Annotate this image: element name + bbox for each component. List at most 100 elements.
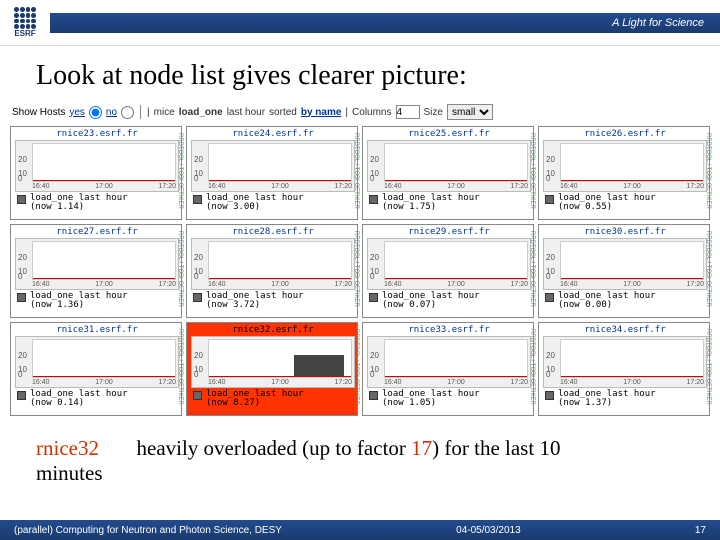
show-hosts-yes[interactable]: yes	[69, 107, 85, 118]
plot-area	[32, 241, 176, 280]
rrdtool-credit: RRDTOOL / TOBI OETIKER	[177, 133, 183, 209]
node-grid: rnice23.esrf.fr2010016:4017:0017:20RRDTO…	[0, 122, 720, 420]
pipe: |	[147, 107, 150, 118]
load-chart: 2010016:4017:0017:20	[367, 140, 531, 192]
load-chart: 2010016:4017:0017:20	[367, 238, 531, 290]
columns-input[interactable]	[396, 105, 420, 119]
node-rnice24[interactable]: rnice24.esrf.fr2010016:4017:0017:20RRDTO…	[186, 126, 358, 220]
legend-swatch	[545, 195, 554, 204]
chart-legend: load_one last hour(now 1.36)	[15, 292, 179, 311]
node-rnice25[interactable]: rnice25.esrf.fr2010016:4017:0017:20RRDTO…	[362, 126, 534, 220]
ytick: 0	[546, 370, 550, 379]
legend-swatch	[193, 391, 202, 400]
logo-dots-icon	[14, 7, 36, 29]
show-hosts-label: Show Hosts	[12, 107, 65, 118]
plot-area	[384, 241, 528, 280]
legend-swatch	[193, 195, 202, 204]
node-title: rnice27.esrf.fr	[15, 227, 179, 237]
legend-text: load_one last hour(now 0.55)	[558, 194, 656, 213]
threshold-line	[33, 376, 175, 377]
node-title: rnice32.esrf.fr	[191, 325, 355, 335]
xaxis: 16:4017:0017:20	[208, 183, 352, 191]
rrdtool-credit: RRDTOOL / TOBI OETIKER	[177, 329, 183, 405]
node-title: rnice31.esrf.fr	[15, 325, 179, 335]
caption-text-b: ) for the last 10	[432, 436, 560, 460]
xaxis: 16:4017:0017:20	[384, 379, 528, 387]
pipe2: |	[345, 107, 348, 118]
load-chart: 2010016:4017:0017:20	[15, 238, 179, 290]
plot-area	[208, 339, 352, 378]
load-chart: 2010016:4017:0017:20	[191, 140, 355, 192]
rrdtool-credit: RRDTOOL / TOBI OETIKER	[353, 329, 359, 405]
columns-label: Columns	[352, 107, 391, 118]
node-rnice30[interactable]: rnice30.esrf.fr2010016:4017:0017:20RRDTO…	[538, 224, 710, 318]
node-rnice31[interactable]: rnice31.esrf.fr2010016:4017:0017:20RRDTO…	[10, 322, 182, 416]
xaxis: 16:4017:0017:20	[32, 183, 176, 191]
chart-legend: load_one last hour(now 0.55)	[543, 194, 707, 213]
load-fill	[294, 355, 344, 377]
rrdtool-credit: RRDTOOL / TOBI OETIKER	[705, 329, 711, 405]
slide-footer: (parallel) Computing for Neutron and Pho…	[0, 520, 720, 540]
node-rnice29[interactable]: rnice29.esrf.fr2010016:4017:0017:20RRDTO…	[362, 224, 534, 318]
sorted-label: sorted	[269, 107, 297, 118]
ytick: 0	[370, 272, 374, 281]
ytick: 20	[194, 155, 203, 164]
show-hosts-yes-radio[interactable]	[89, 106, 102, 119]
rrdtool-credit: RRDTOOL / TOBI OETIKER	[177, 231, 183, 307]
node-title: rnice25.esrf.fr	[367, 129, 531, 139]
caption-line2: minutes	[36, 461, 103, 486]
legend-swatch	[17, 293, 26, 302]
rrdtool-credit: RRDTOOL / TOBI OETIKER	[529, 329, 535, 405]
range-label: last hour	[227, 107, 265, 118]
legend-swatch	[369, 195, 378, 204]
size-select[interactable]: small	[447, 104, 493, 120]
footer-right: 17	[695, 525, 706, 536]
load-chart: 2010016:4017:0017:20	[191, 336, 355, 388]
plot-area	[208, 241, 352, 280]
threshold-line	[385, 180, 527, 181]
legend-swatch	[17, 195, 26, 204]
legend-text: load_one last hour(now 0.07)	[382, 292, 480, 311]
ytick: 0	[18, 272, 22, 281]
footer-left: (parallel) Computing for Neutron and Pho…	[14, 525, 282, 536]
node-rnice32[interactable]: rnice32.esrf.fr2010016:4017:0017:20RRDTO…	[186, 322, 358, 416]
chart-legend: load_one last hour(now 1.75)	[367, 194, 531, 213]
esrf-logo: ESRF	[0, 0, 50, 46]
caption-node: rnice32	[36, 436, 103, 461]
node-rnice34[interactable]: rnice34.esrf.fr2010016:4017:0017:20RRDTO…	[538, 322, 710, 416]
node-rnice27[interactable]: rnice27.esrf.fr2010016:4017:0017:20RRDTO…	[10, 224, 182, 318]
legend-text: load_one last hour(now 3.72)	[206, 292, 304, 311]
ytick: 20	[18, 155, 27, 164]
divider	[140, 105, 141, 119]
legend-text: load_one last hour(now 1.14)	[30, 194, 128, 213]
node-rnice28[interactable]: rnice28.esrf.fr2010016:4017:0017:20RRDTO…	[186, 224, 358, 318]
node-rnice33[interactable]: rnice33.esrf.fr2010016:4017:0017:20RRDTO…	[362, 322, 534, 416]
threshold-line	[561, 278, 703, 279]
ytick: 20	[370, 155, 379, 164]
tagline: A Light for Science	[612, 17, 704, 29]
legend-swatch	[545, 293, 554, 302]
ytick: 20	[370, 351, 379, 360]
legend-text: load_one last hour(now 8.27)	[206, 390, 304, 409]
show-hosts-no[interactable]: no	[106, 107, 117, 118]
chart-legend: load_one last hour(now 1.37)	[543, 390, 707, 409]
legend-text: load_one last hour(now 3.00)	[206, 194, 304, 213]
node-title: rnice29.esrf.fr	[367, 227, 531, 237]
ytick: 0	[194, 272, 198, 281]
sorted-by[interactable]: by name	[301, 107, 342, 118]
chart-legend: load_one last hour(now 1.14)	[15, 194, 179, 213]
cluster-name: mice	[154, 107, 175, 118]
ytick: 0	[18, 174, 22, 183]
ytick: 0	[370, 174, 374, 183]
node-rnice26[interactable]: rnice26.esrf.fr2010016:4017:0017:20RRDTO…	[538, 126, 710, 220]
ytick: 0	[546, 174, 550, 183]
load-chart: 2010016:4017:0017:20	[191, 238, 355, 290]
chart-legend: load_one last hour(now 3.72)	[191, 292, 355, 311]
show-hosts-no-radio[interactable]	[121, 106, 134, 119]
plot-area	[384, 339, 528, 378]
node-rnice23[interactable]: rnice23.esrf.fr2010016:4017:0017:20RRDTO…	[10, 126, 182, 220]
xaxis: 16:4017:0017:20	[560, 379, 704, 387]
xaxis: 16:4017:0017:20	[208, 379, 352, 387]
chart-legend: load_one last hour(now 0.00)	[543, 292, 707, 311]
ytick: 20	[546, 351, 555, 360]
